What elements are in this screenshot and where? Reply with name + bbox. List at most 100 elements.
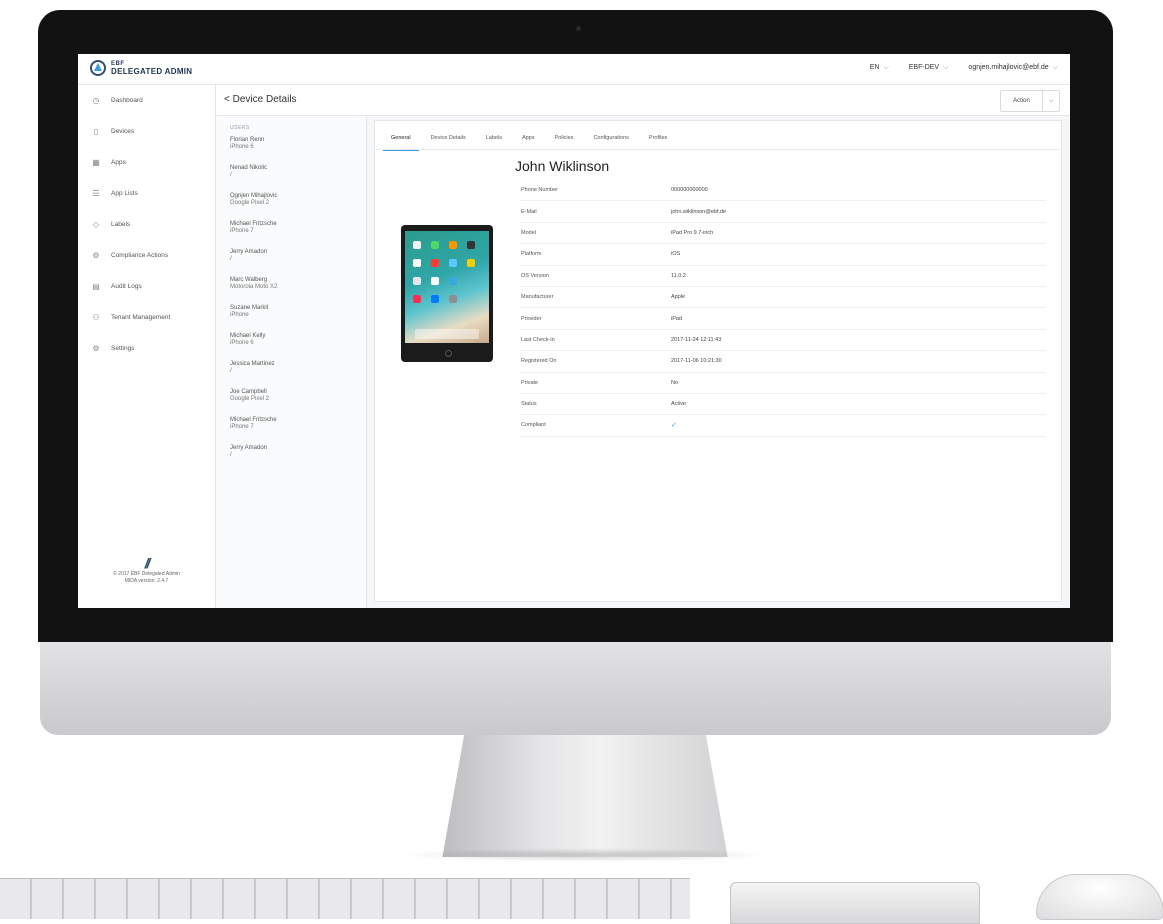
table-row: Model iPad Pro 9.7-inch bbox=[521, 223, 1046, 245]
sidebar-item-dashboard[interactable]: ◷ Dashboard bbox=[78, 85, 215, 116]
sidebar-item-app-lists[interactable]: ☰ App Lists bbox=[78, 178, 215, 209]
top-bar: EBF DELEGATED ADMIN EN ⌵ EBF-DEV ⌵ ognjen.… bbox=[78, 54, 1070, 85]
tab-apps[interactable]: Apps bbox=[514, 129, 543, 151]
app-tile bbox=[449, 241, 457, 249]
home-button-icon bbox=[445, 350, 452, 357]
list-item[interactable]: Florian Renn iPhone 6 bbox=[216, 137, 366, 165]
logo-big-text: DELEGATED ADMIN bbox=[111, 67, 193, 76]
field-value: iPad Pro 9.7-inch bbox=[671, 229, 714, 236]
user-name: Michael Fritzsche bbox=[230, 417, 277, 423]
app-tile bbox=[413, 259, 421, 267]
field-value: 2017-11-06 10:21:30 bbox=[671, 358, 722, 365]
device-panel: General Device Details Labels Apps Policies C… bbox=[374, 120, 1062, 602]
sidebar-item-tenant-management[interactable]: ⚇ Tenant Management bbox=[78, 302, 215, 333]
users-icon: ⚇ bbox=[92, 313, 100, 322]
users-list-panel: USERS Florian Renn iPhone 6 Nenad Nikolic /… bbox=[216, 116, 367, 608]
tab-profiles[interactable]: Profiles bbox=[641, 129, 675, 151]
copyright-text: © 2017 EBF Delegated Admin bbox=[113, 571, 180, 577]
sidebar-item-devices[interactable]: ▯ Devices bbox=[78, 116, 215, 147]
table-row: Platform iOS bbox=[521, 244, 1046, 266]
app-tile bbox=[413, 241, 421, 249]
ipad-image bbox=[401, 225, 493, 362]
list-item[interactable]: Michael Kelly iPhone 6 bbox=[216, 333, 366, 361]
sidebar-item-apps[interactable]: ▦ Apps bbox=[78, 147, 215, 178]
field-label: Compliant bbox=[521, 422, 546, 429]
table-row: E-Mail john.wiklinson@ebf.de bbox=[521, 201, 1046, 223]
tenant-select[interactable]: EBF-DEV ⌵ bbox=[909, 64, 949, 72]
tab-general[interactable]: General bbox=[383, 129, 419, 151]
grid-icon: ▦ bbox=[92, 158, 100, 167]
sidebar-item-label: Devices bbox=[111, 128, 135, 135]
tab-policies[interactable]: Policies bbox=[547, 129, 582, 151]
back-button[interactable]: < Device Details bbox=[224, 94, 297, 105]
page-header: < Device Details Action ⌵ bbox=[216, 85, 1070, 116]
field-value: john.wiklinson@ebf.de bbox=[671, 208, 727, 215]
gear-icon: ⚙ bbox=[92, 344, 100, 353]
user-name: Jerry Amadon bbox=[230, 249, 268, 255]
sidebar-nav: ◷ Dashboard ▯ Devices ▦ Apps ☰ App Lists ◇ Labels… bbox=[78, 85, 215, 364]
app-tile bbox=[431, 259, 439, 267]
field-label: OS Version bbox=[521, 272, 549, 279]
user-email: ognjen.mihajlovic@ebf.de bbox=[968, 64, 1049, 71]
ipad-dock bbox=[415, 329, 479, 339]
ipad-screen bbox=[405, 231, 489, 343]
language-select[interactable]: EN ⌵ bbox=[870, 64, 889, 72]
app-screen: EBF DELEGATED ADMIN EN ⌵ EBF-DEV ⌵ ognjen.… bbox=[78, 54, 1070, 608]
stand-shadow bbox=[400, 848, 770, 862]
list-item[interactable]: Jerry Amadon / bbox=[216, 445, 366, 473]
list-item[interactable]: Joe Campbell Google Pixel 2 bbox=[216, 389, 366, 417]
action-dropdown[interactable]: Action ⌵ bbox=[1000, 90, 1060, 112]
list-item[interactable]: Nenad Nikolic / bbox=[216, 165, 366, 193]
field-value: Apple bbox=[671, 294, 686, 301]
owner-name: John Wiklinson bbox=[515, 158, 610, 174]
device-icon: ▯ bbox=[93, 127, 99, 136]
mouse bbox=[1036, 874, 1163, 920]
trackpad bbox=[730, 882, 980, 924]
sidebar-item-settings[interactable]: ⚙ Settings bbox=[78, 333, 215, 364]
user-device: / bbox=[230, 452, 232, 458]
user-name: Michael Kelly bbox=[230, 333, 266, 339]
user-device: iPhone 7 bbox=[230, 424, 254, 430]
table-row: Compliant ✓ bbox=[521, 415, 1046, 437]
user-name: Nenad Nikolic bbox=[230, 165, 268, 171]
field-label: Platform bbox=[521, 251, 542, 258]
list-item[interactable]: Jessica Martinez / bbox=[216, 361, 366, 389]
user-device: Google Pixel 2 bbox=[230, 396, 270, 402]
list-item[interactable]: Ognjen Mihajlovic Google Pixel 2 bbox=[216, 193, 366, 221]
tag-icon: ◇ bbox=[92, 220, 100, 229]
app-tile bbox=[431, 295, 439, 303]
sidebar-item-compliance-actions[interactable]: ⚙ Compliance Actions bbox=[78, 240, 215, 271]
chevron-down-icon: ⌵ bbox=[883, 64, 889, 71]
sidebar-item-audit-logs[interactable]: ▤ Audit Logs bbox=[78, 271, 215, 302]
user-menu[interactable]: ognjen.mihajlovic@ebf.de ⌵ bbox=[968, 64, 1058, 72]
log-icon: ▤ bbox=[92, 282, 100, 291]
user-name: Florian Renn bbox=[230, 137, 265, 143]
top-nav: EN ⌵ EBF-DEV ⌵ ognjen.mihajlovic@ebf.de ⌵ bbox=[850, 64, 1058, 72]
list-item[interactable]: Suzane Markit iPhone bbox=[216, 305, 366, 333]
list-item[interactable]: Michael Fritzsche iPhone 7 bbox=[216, 221, 366, 249]
tab-labels[interactable]: Labels bbox=[478, 129, 510, 151]
language-label: EN bbox=[869, 64, 880, 71]
tab-configurations[interactable]: Configurations bbox=[585, 129, 636, 151]
check-icon: ✓ bbox=[671, 422, 677, 430]
tab-device-details[interactable]: Device Details bbox=[423, 129, 474, 151]
list-item[interactable]: Jerry Amadon / bbox=[216, 249, 366, 277]
user-name: Suzane Markit bbox=[230, 305, 269, 311]
sidebar-item-labels[interactable]: ◇ Labels bbox=[78, 209, 215, 240]
field-label: Last Check-in bbox=[521, 336, 555, 343]
user-list: Florian Renn iPhone 6 Nenad Nikolic / Ognjen… bbox=[216, 137, 366, 473]
app-tile bbox=[449, 277, 457, 285]
app-logo[interactable]: EBF DELEGATED ADMIN bbox=[90, 60, 192, 76]
tabs-divider bbox=[375, 149, 1061, 150]
field-value: iOS bbox=[671, 251, 681, 258]
compliance-icon: ⚙ bbox=[92, 251, 100, 260]
sidebar-footer: // © 2017 EBF Delegated Admin MIDA versi… bbox=[78, 556, 215, 585]
table-row: Provider iPad bbox=[521, 308, 1046, 330]
list-item[interactable]: Michael Fritzsche iPhone 7 bbox=[216, 417, 366, 445]
list-item[interactable]: Marc Walberg Motorola Moto X2 bbox=[216, 277, 366, 305]
field-label: Phone Number bbox=[521, 187, 558, 194]
table-row: Last Check-in 2017-11-24 12:11:43 bbox=[521, 330, 1046, 352]
field-value: Active bbox=[671, 401, 686, 408]
action-label: Action bbox=[1013, 98, 1030, 104]
user-device: iPhone 6 bbox=[230, 340, 254, 346]
